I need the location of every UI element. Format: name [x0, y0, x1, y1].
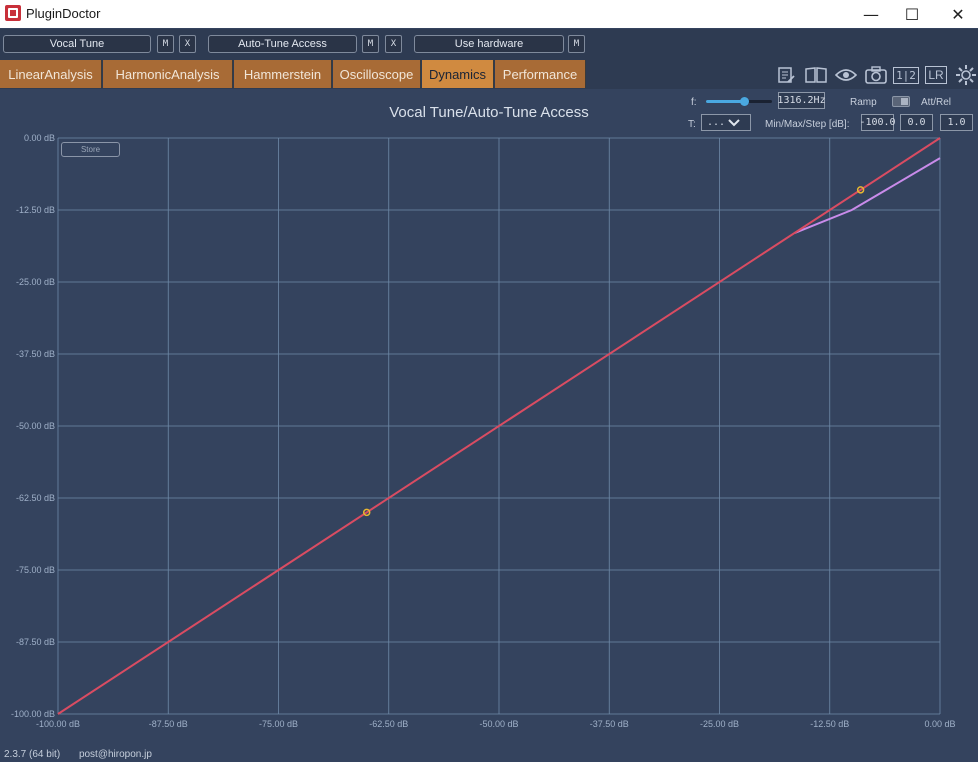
x-tick-label: -62.50 dB — [369, 719, 408, 729]
status-bar: 2.3.7 (64 bit) post@hiropon.jp — [4, 749, 168, 760]
x-tick-label: -50.00 dB — [479, 719, 518, 729]
y-tick-label: -100.00 dB — [11, 709, 55, 719]
x-tick-label: 0.00 dB — [924, 719, 955, 729]
series-line-2 — [794, 157, 941, 234]
x-tick-label: -37.50 dB — [590, 719, 629, 729]
x-tick-label: -87.50 dB — [149, 719, 188, 729]
y-tick-label: -50.00 dB — [16, 421, 55, 431]
y-tick-label: -37.50 dB — [16, 349, 55, 359]
y-tick-label: -75.00 dB — [16, 565, 55, 575]
y-tick-label: -62.50 dB — [16, 493, 55, 503]
x-tick-label: -75.00 dB — [259, 719, 298, 729]
dynamics-chart[interactable]: -100.00 dB -87.50 dB -75.00 dB -62.50 dB -50… — [0, 0, 978, 762]
store-button[interactable]: Store — [61, 142, 120, 157]
contact-email: post@hiropon.jp — [78, 749, 152, 760]
x-tick-label: -100.00 dB — [36, 719, 80, 729]
x-tick-label: -12.50 dB — [810, 719, 849, 729]
version-label: 2.3.7 (64 bit) — [4, 749, 61, 760]
x-tick-label: -25.00 dB — [700, 719, 739, 729]
y-tick-label: -25.00 dB — [16, 277, 55, 287]
y-tick-label: -87.50 dB — [16, 637, 55, 647]
y-tick-label: 0.00 dB — [24, 133, 55, 143]
y-tick-label: -12.50 dB — [16, 205, 55, 215]
